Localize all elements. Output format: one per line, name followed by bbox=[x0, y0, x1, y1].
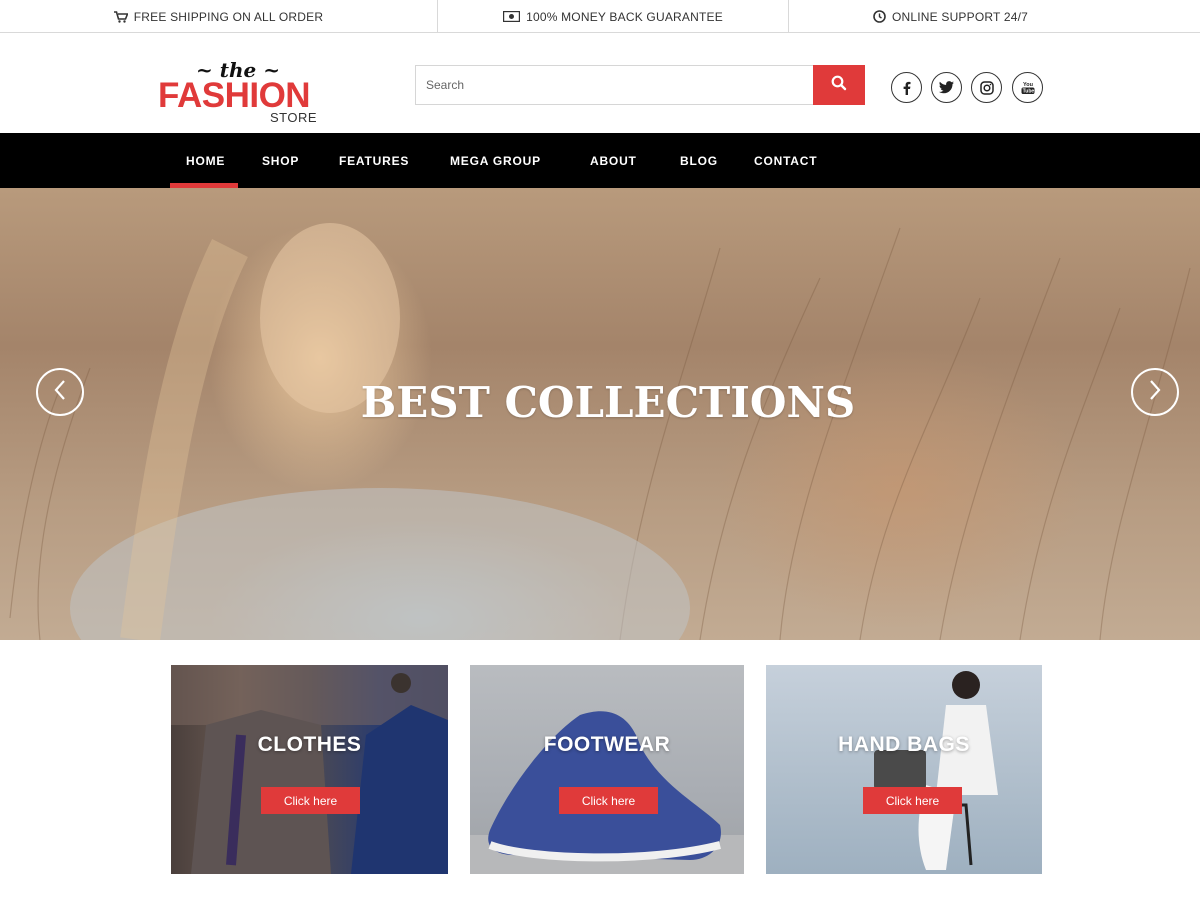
main-nav: HOME SHOP FEATURES MEGA GROUP ABOUT BLOG… bbox=[0, 133, 1200, 188]
shipping-info: FREE SHIPPING ON ALL ORDER bbox=[0, 0, 437, 33]
nav-item-home[interactable]: HOME bbox=[186, 133, 225, 188]
category-card-hand-bags[interactable]: HAND BAGS Click here bbox=[766, 665, 1042, 874]
category-card-footwear[interactable]: FOOTWEAR Click here bbox=[470, 665, 744, 874]
chevron-right-icon bbox=[1148, 379, 1162, 406]
click-here-button[interactable]: Click here bbox=[559, 787, 658, 814]
nav-item-shop[interactable]: SHOP bbox=[262, 133, 299, 188]
click-here-button[interactable]: Click here bbox=[261, 787, 360, 814]
category-title: CLOTHES bbox=[257, 733, 362, 756]
nav-item-features[interactable]: FEATURES bbox=[339, 133, 409, 188]
logo-store: STORE bbox=[270, 110, 318, 125]
logo-fashion: FASHION bbox=[158, 76, 311, 115]
click-here-button[interactable]: Click here bbox=[863, 787, 962, 814]
nav-item-blog[interactable]: BLOG bbox=[680, 133, 718, 188]
search-bar bbox=[415, 65, 865, 105]
footwear-image bbox=[470, 711, 744, 874]
category-title: FOOTWEAR bbox=[543, 733, 671, 756]
slider-prev-button[interactable] bbox=[36, 368, 84, 416]
cart-icon bbox=[113, 10, 128, 23]
svg-text:You: You bbox=[1023, 82, 1033, 88]
svg-text:Tube: Tube bbox=[1022, 88, 1034, 94]
clock-icon bbox=[873, 10, 886, 23]
hero-headline: BEST COLLECTIONS bbox=[360, 378, 856, 427]
guarantee-info: 100% MONEY BACK GUARANTEE bbox=[438, 0, 788, 33]
nav-item-about[interactable]: ABOUT bbox=[590, 133, 637, 188]
category-title: HAND BAGS bbox=[838, 733, 970, 756]
chevron-left-icon bbox=[53, 379, 67, 406]
clothes-image bbox=[171, 665, 448, 874]
search-input[interactable] bbox=[415, 65, 813, 105]
facebook-icon[interactable] bbox=[891, 72, 922, 103]
twitter-icon[interactable] bbox=[931, 72, 962, 103]
search-button[interactable] bbox=[813, 65, 865, 105]
support-info: ONLINE SUPPORT 24/7 bbox=[789, 0, 1112, 33]
site-logo[interactable]: ~ the ~ FASHION STORE bbox=[158, 58, 328, 126]
guarantee-text: 100% MONEY BACK GUARANTEE bbox=[526, 9, 723, 24]
handbags-image bbox=[874, 671, 998, 870]
search-icon bbox=[831, 75, 847, 96]
nav-item-mega-group[interactable]: MEGA GROUP bbox=[450, 133, 541, 188]
slider-next-button[interactable] bbox=[1131, 368, 1179, 416]
hero-slider: BEST COLLECTIONS bbox=[0, 188, 1200, 640]
category-card-clothes[interactable]: CLOTHES Click here bbox=[171, 665, 448, 874]
support-text: ONLINE SUPPORT 24/7 bbox=[891, 9, 1029, 24]
shipping-text: FREE SHIPPING ON ALL ORDER bbox=[133, 9, 324, 24]
instagram-icon[interactable] bbox=[971, 72, 1002, 103]
youtube-icon[interactable]: You Tube bbox=[1012, 72, 1043, 103]
nav-item-contact[interactable]: CONTACT bbox=[754, 133, 817, 188]
top-info-bar: FREE SHIPPING ON ALL ORDER 100% MONEY BA… bbox=[0, 0, 1200, 33]
money-icon bbox=[503, 11, 521, 22]
